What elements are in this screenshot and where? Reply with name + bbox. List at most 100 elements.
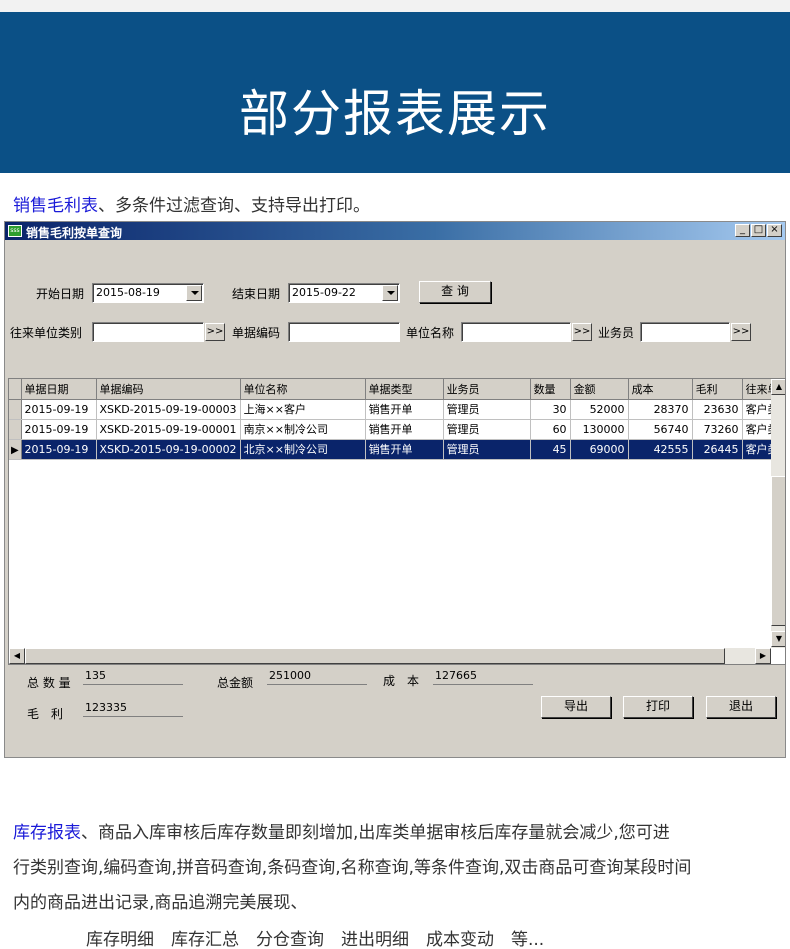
sales-profit-window: sss 销售毛利按单查询 _ □ × 开始日期 2015-08-19 结束日期 … [4, 221, 786, 758]
inventory-report-link[interactable]: 库存报表 [13, 823, 81, 843]
cell-doc-no: XSKD-2015-09-19-00001 [96, 419, 241, 440]
scroll-up-icon[interactable]: ▲ [771, 379, 785, 395]
doc-no-field[interactable] [288, 322, 400, 342]
unit-name-label: 单位名称 [406, 326, 455, 340]
doc-no-label: 单据编码 [232, 326, 281, 340]
start-date-dropdown[interactable] [186, 285, 202, 301]
row-indicator-header [9, 379, 22, 400]
column-header[interactable]: 业务员 [443, 379, 531, 400]
cell-unit: 上海××客户 [240, 399, 366, 420]
column-header[interactable]: 数量 [530, 379, 571, 400]
cell-amount: 52000 [570, 399, 629, 420]
cell-date: 2015-09-19 [21, 439, 97, 460]
cell-profit: 23630 [692, 399, 743, 420]
section2-line1: 库存报表、商品入库审核后库存数量即刻增加,出库类单据审核后库存量就会减少,您可进 [13, 818, 670, 843]
cell-cost: 56740 [628, 419, 693, 440]
section2-text-1: 、商品入库审核后库存数量即刻增加,出库类单据审核后库存量就会减少,您可进 [81, 823, 670, 843]
salesman-field[interactable] [640, 322, 730, 342]
minimize-button[interactable]: _ [735, 224, 750, 237]
cell-date: 2015-09-19 [21, 399, 97, 420]
section2-line2: 行类别查询,编码查询,拼音码查询,条码查询,名称查询,等条件查询,双击商品可查询… [13, 858, 692, 878]
cost-label: 成 本 [383, 674, 420, 688]
horizontal-scrollbar[interactable]: ◀ ▶ [9, 648, 771, 664]
table-row[interactable]: 2015-09-19 XSKD-2015-09-19-00001 南京××制冷公… [9, 419, 783, 440]
salesman-browse-button[interactable]: >> [731, 323, 751, 341]
app-icon: sss [8, 225, 22, 237]
maximize-button[interactable]: □ [751, 224, 766, 237]
column-header[interactable]: 成本 [628, 379, 693, 400]
cell-unit: 北京××制冷公司 [240, 439, 366, 460]
end-date-dropdown[interactable] [382, 285, 398, 301]
partner-type-label: 往来单位类别 [10, 326, 83, 340]
partner-type-browse-button[interactable]: >> [205, 323, 225, 341]
end-date-value: 2015-09-22 [292, 286, 356, 299]
row-indicator [9, 399, 22, 420]
column-header[interactable]: 金额 [570, 379, 629, 400]
cell-amount: 130000 [570, 419, 629, 440]
scroll-down-icon[interactable]: ▼ [771, 631, 785, 647]
row-indicator: ▶ [9, 439, 22, 460]
vertical-scrollbar[interactable]: ▲ ▼ [771, 379, 785, 648]
cell-type: 销售开单 [365, 419, 444, 440]
salesman-label: 业务员 [598, 326, 635, 340]
vertical-scroll-thumb[interactable] [771, 476, 785, 626]
column-header[interactable]: 毛利 [692, 379, 743, 400]
section1-text: 、多条件过滤查询、支持导出打印。 [98, 196, 370, 216]
total-amount-value: 251000 [267, 669, 367, 685]
total-qty-value: 135 [83, 669, 183, 685]
exit-button[interactable]: 退出 [706, 696, 776, 718]
export-button[interactable]: 导出 [541, 696, 611, 718]
cell-salesman: 管理员 [443, 419, 531, 440]
cell-profit: 73260 [692, 419, 743, 440]
scroll-right-icon[interactable]: ▶ [755, 648, 771, 664]
column-header[interactable]: 单据类型 [365, 379, 444, 400]
horizontal-scroll-thumb[interactable] [25, 648, 725, 664]
cell-qty: 30 [530, 399, 571, 420]
column-header[interactable]: 单位名称 [240, 379, 366, 400]
total-qty-label: 总 数 量 [27, 676, 71, 690]
print-button[interactable]: 打印 [623, 696, 693, 718]
cell-type: 销售开单 [365, 439, 444, 460]
scroll-left-icon[interactable]: ◀ [9, 648, 25, 664]
table-header-row: 单据日期 单据编码 单位名称 单据类型 业务员 数量 金额 成本 毛利 往来单 [9, 379, 783, 400]
close-button[interactable]: × [767, 224, 782, 237]
results-grid[interactable]: 单据日期 单据编码 单位名称 单据类型 业务员 数量 金额 成本 毛利 往来单 … [8, 378, 786, 665]
cell-unit: 南京××制冷公司 [240, 419, 366, 440]
cell-cost: 42555 [628, 439, 693, 460]
end-date-label: 结束日期 [232, 287, 281, 301]
banner-title: 部分报表展示 [239, 85, 551, 143]
partner-type-field[interactable] [92, 322, 204, 342]
sales-profit-link[interactable]: 销售毛利表 [13, 196, 98, 216]
cell-amount: 69000 [570, 439, 629, 460]
cell-salesman: 管理员 [443, 439, 531, 460]
table-row[interactable]: 2015-09-19 XSKD-2015-09-19-00003 上海××客户 … [9, 399, 783, 420]
profit-value: 123335 [83, 701, 183, 717]
unit-name-field[interactable] [461, 322, 571, 342]
unit-name-browse-button[interactable]: >> [572, 323, 592, 341]
table-row-selected[interactable]: ▶ 2015-09-19 XSKD-2015-09-19-00002 北京××制… [9, 439, 783, 460]
window-titlebar[interactable]: sss 销售毛利按单查询 _ □ × [5, 222, 785, 240]
results-table: 单据日期 单据编码 单位名称 单据类型 业务员 数量 金额 成本 毛利 往来单 … [9, 379, 783, 460]
cell-profit: 26445 [692, 439, 743, 460]
top-strip [0, 0, 790, 12]
column-header[interactable]: 单据编码 [96, 379, 241, 400]
row-indicator [9, 419, 22, 440]
cell-date: 2015-09-19 [21, 419, 97, 440]
cell-qty: 60 [530, 419, 571, 440]
cell-salesman: 管理员 [443, 399, 531, 420]
column-header[interactable]: 单据日期 [21, 379, 97, 400]
banner: 部分报表展示 [0, 12, 790, 173]
cell-type: 销售开单 [365, 399, 444, 420]
cell-doc-no: XSKD-2015-09-19-00003 [96, 399, 241, 420]
total-amount-label: 总金额 [217, 676, 254, 690]
cell-doc-no: XSKD-2015-09-19-00002 [96, 439, 241, 460]
row-pointer-icon: ▶ [11, 444, 19, 456]
window-title: 销售毛利按单查询 [26, 226, 123, 240]
cell-qty: 45 [530, 439, 571, 460]
section2-line3: 内的商品进出记录,商品追溯完美展现、 [13, 893, 308, 913]
cell-cost: 28370 [628, 399, 693, 420]
section1-caption: 销售毛利表、多条件过滤查询、支持导出打印。 [13, 191, 370, 216]
query-button[interactable]: 查 询 [419, 281, 491, 303]
start-date-label: 开始日期 [36, 287, 85, 301]
profit-label: 毛 利 [27, 707, 64, 721]
